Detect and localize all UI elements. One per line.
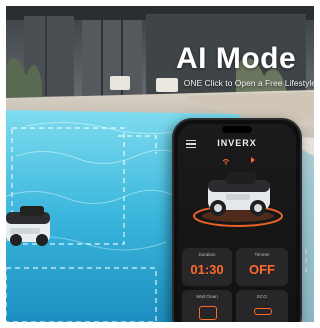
pool-robot-in-water — [6, 206, 50, 246]
duration-value: 01:30 — [190, 262, 224, 277]
phone-notch — [222, 126, 252, 133]
ad-banner: AI Mode ONE Click to Open a Free Lifesty… — [0, 0, 320, 328]
duration-tile[interactable]: Duration 01:30 — [182, 248, 232, 286]
app-screen: INVERX Duration 01:30 Timmer OFF Wall Cl… — [178, 124, 296, 322]
hero-title: AI Mode — [176, 42, 297, 75]
app-brand: INVERX — [217, 138, 257, 148]
phone-mockup: INVERX Duration 01:30 Timmer OFF Wall Cl… — [172, 118, 302, 322]
robot-illustration — [186, 164, 290, 227]
eco-icon — [254, 308, 272, 315]
timer-label: Timmer — [254, 252, 270, 257]
timer-value: OFF — [249, 262, 275, 277]
eco-tile[interactable]: ECO — [236, 290, 288, 322]
wall-clean-tile[interactable]: Wall Clean — [182, 290, 232, 322]
timer-tile[interactable]: Timmer OFF — [236, 248, 288, 286]
eco-label: ECO — [257, 294, 267, 299]
wall-clean-icon — [199, 306, 217, 320]
pool-scene: AI Mode ONE Click to Open a Free Lifesty… — [6, 6, 314, 322]
duration-label: Duration — [198, 252, 216, 257]
hero-subtitle: ONE Click to Open a Free Lifestyle — [183, 78, 314, 88]
wall-clean-label: Wall Clean — [196, 294, 218, 299]
